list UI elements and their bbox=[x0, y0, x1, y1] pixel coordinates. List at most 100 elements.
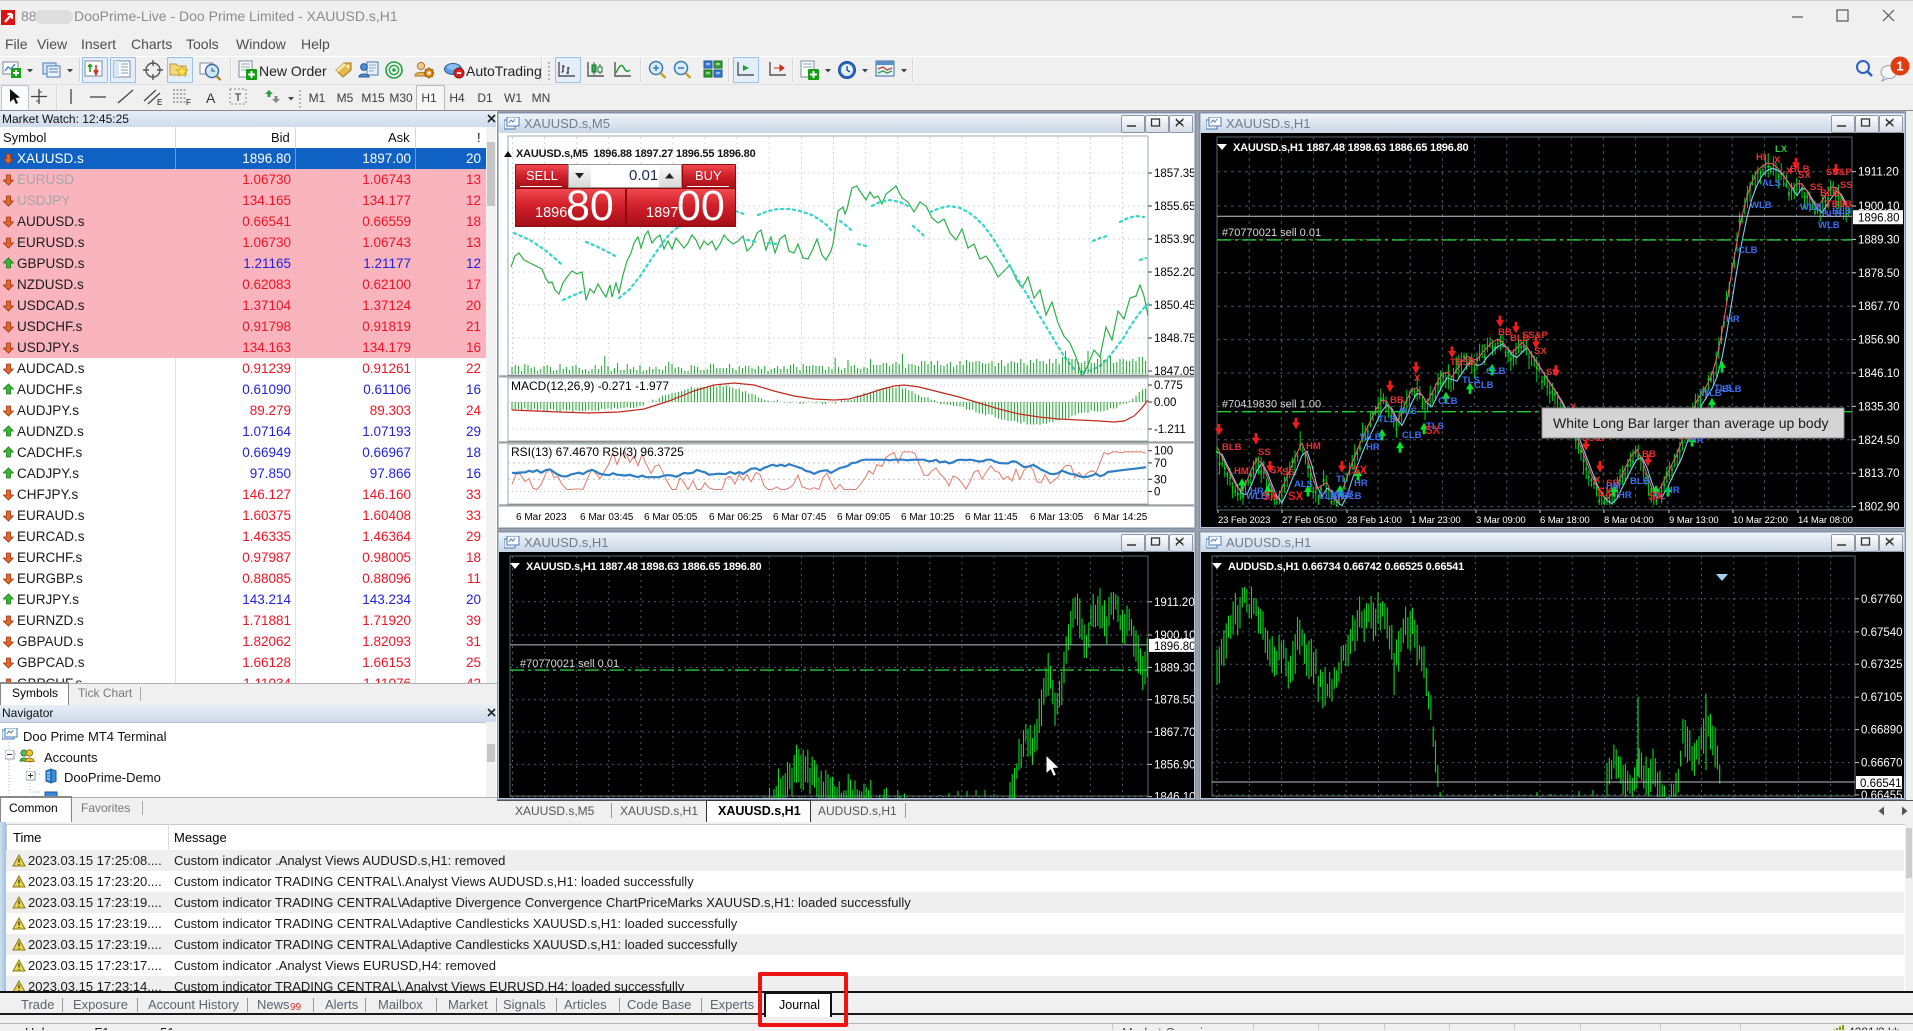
svg-text:E: E bbox=[157, 98, 162, 106]
svg-text:CLB: CLB bbox=[1474, 380, 1494, 391]
svg-text:SS: SS bbox=[1840, 180, 1853, 191]
svg-text:BLB: BLB bbox=[1820, 188, 1840, 199]
svg-text:RSI(13) 67.4670 RSI(3) 96.372: RSI(13) 67.4670 RSI(3) 96.3725 bbox=[511, 445, 684, 459]
svg-text:0.775: 0.775 bbox=[1154, 380, 1183, 392]
svg-text:X: X bbox=[1414, 373, 1421, 384]
svg-text:23 Feb 2023: 23 Feb 2023 bbox=[1218, 515, 1270, 526]
svg-text:X: X bbox=[1774, 155, 1781, 166]
svg-text:10 Mar 22:00: 10 Mar 22:00 bbox=[1733, 515, 1788, 526]
svg-text:6 Mar 06:25: 6 Mar 06:25 bbox=[709, 512, 763, 523]
svg-text:HR: HR bbox=[1366, 442, 1380, 453]
svg-text:HR: HR bbox=[1354, 478, 1368, 489]
svg-text:AUDUSD.s,H1 0.66734 0.66742 0: AUDUSD.s,H1 0.66734 0.66742 0.66525 0.66… bbox=[1228, 561, 1464, 573]
svg-text:0.66670: 0.66670 bbox=[1861, 758, 1903, 770]
svg-text:6 Mar 09:05: 6 Mar 09:05 bbox=[837, 512, 891, 523]
svg-text:1856.90: 1856.90 bbox=[1154, 759, 1194, 771]
svg-text:BLB: BLB bbox=[1222, 442, 1242, 453]
svg-text:1846.10: 1846.10 bbox=[1858, 368, 1900, 380]
svg-text:TBSB: TBSB bbox=[1450, 357, 1476, 368]
svg-text:6 Mar 11:45: 6 Mar 11:45 bbox=[965, 512, 1018, 523]
svg-text:3 Mar 09:00: 3 Mar 09:00 bbox=[1476, 515, 1526, 526]
svg-text:HM: HM bbox=[1306, 441, 1321, 452]
svg-text:SX: SX bbox=[1262, 491, 1278, 503]
svg-text:1: 1 bbox=[1896, 59, 1903, 74]
svg-text:30: 30 bbox=[1154, 474, 1167, 486]
svg-text:CLB: CLB bbox=[1438, 396, 1458, 407]
svg-text:HI: HI bbox=[1756, 152, 1766, 163]
svg-text:0.66541: 0.66541 bbox=[1860, 778, 1902, 790]
svg-text:6 Mar 10:25: 6 Mar 10:25 bbox=[901, 512, 955, 523]
svg-text:27 Feb 05:00: 27 Feb 05:00 bbox=[1282, 515, 1337, 526]
svg-text:-1.211: -1.211 bbox=[1154, 424, 1186, 436]
svg-text:WLB: WLB bbox=[1360, 432, 1382, 443]
svg-text:1 Mar 23:00: 1 Mar 23:00 bbox=[1411, 515, 1461, 526]
svg-text:SX: SX bbox=[1352, 465, 1368, 477]
svg-text:F: F bbox=[186, 98, 191, 106]
svg-text:BLB: BLB bbox=[1832, 206, 1852, 217]
svg-text:HM: HM bbox=[1606, 481, 1621, 492]
svg-text:6 Mar 07:45: 6 Mar 07:45 bbox=[773, 512, 827, 523]
svg-text:1855.65: 1855.65 bbox=[1154, 201, 1194, 213]
svg-text:#70419830 sell 1.00: #70419830 sell 1.00 bbox=[1222, 399, 1321, 411]
svg-text:SX: SX bbox=[1288, 491, 1304, 503]
svg-text:0.67105: 0.67105 bbox=[1861, 692, 1903, 704]
svg-text:#70770021 sell 0.01: #70770021 sell 0.01 bbox=[520, 658, 619, 670]
svg-text:HR: HR bbox=[1250, 486, 1264, 497]
svg-text:1835.30: 1835.30 bbox=[1858, 401, 1900, 413]
svg-text:1824.50: 1824.50 bbox=[1858, 435, 1900, 447]
svg-text:1889.30: 1889.30 bbox=[1154, 662, 1194, 674]
svg-text:CLB: CLB bbox=[1486, 366, 1506, 377]
svg-text:X: X bbox=[1594, 475, 1601, 486]
svg-text:1850.45: 1850.45 bbox=[1154, 300, 1194, 312]
svg-text:SS: SS bbox=[1258, 447, 1271, 458]
svg-text:BB: BB bbox=[1642, 449, 1656, 460]
svg-text:#70770021 sell 0.01: #70770021 sell 0.01 bbox=[1222, 227, 1321, 239]
svg-text:SS: SS bbox=[1282, 467, 1295, 478]
svg-text:70: 70 bbox=[1154, 458, 1167, 470]
svg-text:HR: HR bbox=[1666, 485, 1680, 496]
svg-text:XAUUSD.s,H1 1887.48 1898.63 1: XAUUSD.s,H1 1887.48 1898.63 1886.65 1896… bbox=[526, 561, 761, 573]
svg-text:SX: SX bbox=[1425, 425, 1441, 437]
svg-text:14 Mar 08:00: 14 Mar 08:00 bbox=[1798, 515, 1853, 526]
svg-text:0.67760: 0.67760 bbox=[1861, 594, 1903, 606]
svg-text:White Long Bar larger than ave: White Long Bar larger than average up bo… bbox=[1553, 415, 1829, 431]
svg-text:1813.70: 1813.70 bbox=[1858, 468, 1900, 480]
svg-text:1878.50: 1878.50 bbox=[1154, 695, 1194, 707]
svg-text:1896.80: 1896.80 bbox=[1154, 641, 1194, 653]
svg-text:1846.10: 1846.10 bbox=[1154, 792, 1194, 798]
svg-text:T: T bbox=[235, 92, 242, 104]
svg-text:0.67325: 0.67325 bbox=[1861, 659, 1903, 671]
svg-text:HR: HR bbox=[1726, 314, 1740, 325]
svg-text:WLB: WLB bbox=[1750, 200, 1772, 211]
svg-text:6 Mar 18:00: 6 Mar 18:00 bbox=[1540, 515, 1590, 526]
svg-text:1852.20: 1852.20 bbox=[1154, 267, 1194, 279]
svg-text:1853.90: 1853.90 bbox=[1154, 234, 1194, 246]
svg-text:SS: SS bbox=[1546, 367, 1559, 378]
svg-text:6 Mar 2023: 6 Mar 2023 bbox=[516, 512, 567, 523]
svg-text:SX: SX bbox=[1648, 491, 1664, 503]
svg-text:1896.80: 1896.80 bbox=[1858, 213, 1900, 225]
svg-text:1867.70: 1867.70 bbox=[1858, 301, 1900, 313]
svg-text:SS&P: SS&P bbox=[1826, 167, 1853, 178]
svg-text:6 Mar 05:05: 6 Mar 05:05 bbox=[644, 512, 698, 523]
svg-text:WLB: WLB bbox=[1332, 489, 1354, 500]
svg-text:0.66455: 0.66455 bbox=[1861, 790, 1903, 798]
svg-text:WLB: WLB bbox=[1800, 202, 1822, 213]
svg-text:WLB: WLB bbox=[1818, 220, 1840, 231]
svg-text:WLB: WLB bbox=[1700, 388, 1722, 399]
svg-text:0.66890: 0.66890 bbox=[1861, 725, 1903, 737]
svg-text:XAUUSD.s,H1 1887.48 1898.63 1: XAUUSD.s,H1 1887.48 1898.63 1886.65 1896… bbox=[1233, 142, 1468, 154]
svg-text:ALS: ALS bbox=[1294, 479, 1313, 490]
svg-text:1802.90: 1802.90 bbox=[1858, 502, 1900, 514]
svg-text:MACD(12,26,9) -0.271 -1.977: MACD(12,26,9) -0.271 -1.977 bbox=[511, 379, 669, 393]
svg-text:9 Mar 13:00: 9 Mar 13:00 bbox=[1669, 515, 1719, 526]
svg-text:TL: TL bbox=[1336, 474, 1348, 485]
svg-text:100: 100 bbox=[1154, 446, 1173, 458]
svg-text:8 Mar 04:00: 8 Mar 04:00 bbox=[1604, 515, 1654, 526]
svg-text:0.67540: 0.67540 bbox=[1861, 627, 1903, 639]
svg-text:6 Mar 13:05: 6 Mar 13:05 bbox=[1030, 512, 1084, 523]
svg-text:SX: SX bbox=[1534, 346, 1547, 357]
svg-text:1911.20: 1911.20 bbox=[1154, 597, 1194, 609]
svg-text:1848.75: 1848.75 bbox=[1154, 333, 1194, 345]
svg-text:28 Feb 14:00: 28 Feb 14:00 bbox=[1347, 515, 1402, 526]
